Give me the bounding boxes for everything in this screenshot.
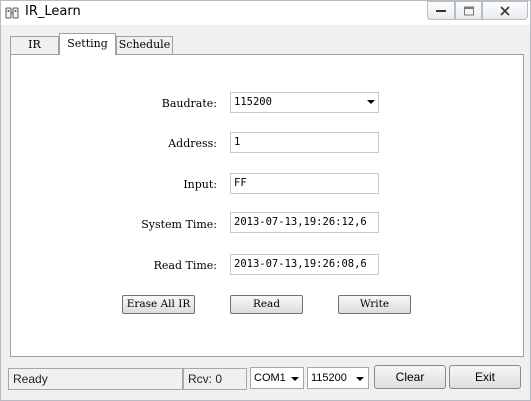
tab-ir[interactable]: IR: [10, 36, 59, 54]
read-button[interactable]: Read: [230, 295, 303, 314]
system-time-field[interactable]: 2013-07-13,19:26:12,6: [230, 212, 379, 233]
main-window: IR_Learn IR Setting Schedule Baudrate: 1…: [0, 0, 531, 401]
read-time-label: Read Time:: [153, 259, 217, 272]
clear-button[interactable]: Clear: [374, 365, 446, 389]
title-bar[interactable]: IR_Learn: [1, 1, 530, 25]
erase-all-ir-button[interactable]: Erase All IR: [122, 295, 195, 314]
app-icon: [5, 5, 21, 21]
system-time-label: System Time:: [141, 218, 217, 231]
baudrate-value: 115200: [234, 96, 272, 108]
tab-schedule[interactable]: Schedule: [116, 36, 173, 54]
input-field[interactable]: FF: [230, 173, 379, 194]
baud-value: 115200: [311, 372, 347, 384]
tab-setting[interactable]: Setting: [59, 33, 116, 55]
baudrate-label: Baudrate:: [161, 97, 217, 110]
input-label: Input:: [183, 178, 217, 191]
address-field[interactable]: 1: [230, 132, 379, 153]
maximize-icon: [463, 6, 474, 15]
minimize-button[interactable]: [427, 1, 455, 20]
setting-panel: Baudrate: 115200 Address: 1 Input: FF Sy…: [10, 54, 524, 357]
close-button[interactable]: [482, 1, 528, 20]
com-port-value: COM1: [254, 372, 286, 384]
write-button[interactable]: Write: [338, 295, 411, 314]
chevron-down-icon: [367, 100, 375, 104]
chevron-down-icon: [356, 377, 364, 381]
baudrate-select[interactable]: 115200: [230, 92, 379, 113]
com-port-select[interactable]: COM1: [250, 367, 304, 389]
baud-select[interactable]: 115200: [307, 367, 369, 389]
chevron-down-icon: [291, 377, 299, 381]
minimize-icon: [436, 9, 446, 12]
status-ready: Ready: [8, 368, 183, 390]
status-bar: Ready Rcv: 0 COM1 115200 Clear Exit: [1, 363, 530, 400]
window-title: IR_Learn: [25, 4, 81, 19]
close-icon: [500, 5, 510, 16]
exit-button[interactable]: Exit: [449, 365, 521, 389]
read-time-field[interactable]: 2013-07-13,19:26:08,6: [230, 254, 379, 275]
status-rcv: Rcv: 0: [183, 368, 247, 390]
address-label: Address:: [168, 137, 217, 150]
maximize-button[interactable]: [455, 1, 482, 20]
